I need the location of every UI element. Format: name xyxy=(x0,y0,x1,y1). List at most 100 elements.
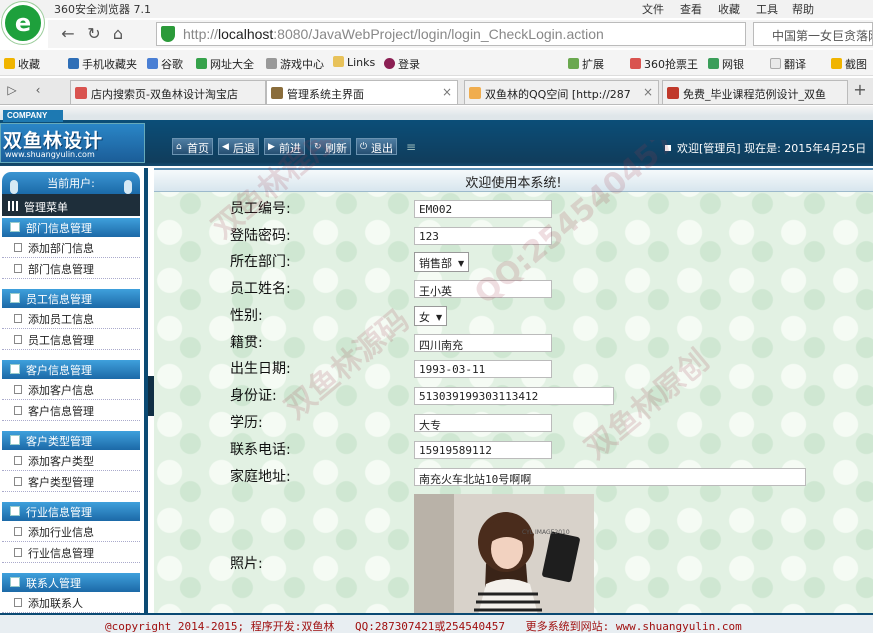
back-arrow-icon[interactable]: ← xyxy=(58,24,78,44)
gender-select[interactable]: 女 ▼ xyxy=(414,306,448,326)
refresh-button[interactable]: ↻ 刷新 xyxy=(310,138,351,155)
bookmark-tickets[interactable]: 360抢票王 xyxy=(630,56,698,72)
bookmark-favorites[interactable]: 收藏 xyxy=(4,56,40,72)
login-icon xyxy=(384,58,395,69)
pin-icon xyxy=(124,180,132,194)
bookmark-translate[interactable]: 翻译 xyxy=(770,56,806,72)
more-link[interactable]: 更多系统到网站: www.shuangyulin.com xyxy=(526,620,742,633)
sidebar-item-manage-industry[interactable]: 行业信息管理 xyxy=(2,542,140,563)
menu-help[interactable]: 帮助 xyxy=(792,1,814,17)
photo-caption: CYL IMAGE2010 xyxy=(522,529,570,536)
label-password: 登陆密码: xyxy=(230,228,291,244)
app-footer: @copyright 2014-2015; 程序开发:双鱼林 QQ:287307… xyxy=(0,613,873,633)
page-icon xyxy=(14,548,22,557)
new-tab-icon[interactable]: + xyxy=(850,80,870,100)
menu-file[interactable]: 文件 xyxy=(642,1,664,17)
menu-group-customer[interactable]: 客户信息管理 xyxy=(2,360,140,379)
menu-group-department[interactable]: 部门信息管理 xyxy=(2,218,140,237)
label-photo: 照片: xyxy=(230,556,263,572)
education-field[interactable]: 大专 xyxy=(414,414,552,432)
close-tab-icon[interactable]: × xyxy=(442,85,452,99)
bookmark-google[interactable]: 谷歌 xyxy=(147,56,183,72)
page-favicon-icon xyxy=(271,87,283,99)
menu-group-employee[interactable]: 员工信息管理 xyxy=(2,289,140,308)
bookmark-extensions[interactable]: 扩展 xyxy=(568,56,604,72)
close-tab-icon[interactable]: × xyxy=(643,85,653,99)
bookmark-login[interactable]: 登录 xyxy=(384,56,420,72)
group-icon xyxy=(10,435,20,445)
address-field[interactable]: 南充火车北站10号啊啊 xyxy=(414,468,806,486)
back-button[interactable]: ◀ 后退 xyxy=(218,138,259,155)
refresh-icon: ↻ xyxy=(314,142,322,152)
page-icon xyxy=(14,477,22,486)
home-icon[interactable]: ⌂ xyxy=(108,24,128,44)
shield-icon xyxy=(161,26,175,42)
sidebar-item-add-contact[interactable]: 添加联系人 xyxy=(2,592,140,613)
birthdate-field[interactable]: 1993-03-11 xyxy=(414,360,552,378)
sidebar-item-manage-department[interactable]: 部门信息管理 xyxy=(2,258,140,279)
bookmark-banking[interactable]: 网银 xyxy=(708,56,744,72)
sidebar-toggle-icon[interactable]: ▷ xyxy=(2,80,22,100)
sidebar-item-manage-customer-type[interactable]: 客户类型管理 xyxy=(2,471,140,492)
password-field[interactable]: 123 xyxy=(414,227,552,245)
label-employee-id: 员工编号: xyxy=(230,201,291,217)
hometown-field[interactable]: 四川南充 xyxy=(414,334,552,352)
page-icon xyxy=(14,314,22,323)
sidebar-item-add-customer-type[interactable]: 添加客户类型 xyxy=(2,450,140,471)
reload-icon[interactable]: ↻ xyxy=(84,24,104,44)
tab-free-course[interactable]: 免费_毕业课程范例设计_双鱼 xyxy=(662,80,848,104)
group-icon xyxy=(10,577,20,587)
page-title: 欢迎使用本系统! xyxy=(154,170,873,192)
grid-icon xyxy=(8,201,20,211)
sidebar-item-manage-employee[interactable]: 员工信息管理 xyxy=(2,329,140,350)
tab-back-icon[interactable]: ‹ xyxy=(28,80,48,100)
sidebar-item-add-industry[interactable]: 添加行业信息 xyxy=(2,521,140,542)
folder-icon xyxy=(333,56,344,67)
browser-title: 360安全浏览器 7.1 xyxy=(54,3,151,16)
phone-icon xyxy=(68,58,79,69)
group-icon xyxy=(10,364,20,374)
menu-favorites[interactable]: 收藏 xyxy=(718,1,740,17)
page-icon xyxy=(14,335,22,344)
bookmark-screenshot[interactable]: 截图 xyxy=(831,56,867,72)
group-icon xyxy=(10,506,20,516)
menu-group-customer-type[interactable]: 客户类型管理 xyxy=(2,431,140,450)
bookmark-links[interactable]: Links xyxy=(333,56,375,69)
puzzle-icon xyxy=(568,58,579,69)
forward-button[interactable]: ▶ 前进 xyxy=(264,138,305,155)
app-header: COMPANY 双鱼林设计 www.shuangyulin.com ⌂ 首页 ◀ 后… xyxy=(0,106,873,166)
url-field[interactable]: http://localhost:8080/JavaWebProject/log… xyxy=(156,22,746,46)
employee-id-field[interactable]: EM002 xyxy=(414,200,552,218)
url-host: localhost xyxy=(218,26,274,42)
menu-view[interactable]: 查看 xyxy=(680,1,702,17)
sidebar-item-add-department[interactable]: 添加部门信息 xyxy=(2,237,140,258)
browser-titlebar: 360安全浏览器 7.1 文件 查看 收藏 工具 帮助 xyxy=(0,0,873,18)
sidebar-item-add-employee[interactable]: 添加员工信息 xyxy=(2,308,140,329)
tab-main-ui[interactable]: 管理系统主界面 × xyxy=(266,80,458,104)
search-input[interactable]: 中国第一女巨贪落网 xyxy=(753,22,873,46)
menu-group-contact[interactable]: 联系人管理 xyxy=(2,573,140,592)
menu-lines-icon: ≡ xyxy=(406,140,417,154)
bookmark-mobile[interactable]: 手机收藏夹 xyxy=(68,56,137,72)
label-hometown: 籍贯: xyxy=(230,335,263,351)
power-icon: ⏻ xyxy=(360,142,368,152)
menu-tools[interactable]: 工具 xyxy=(756,1,778,17)
tab-shop-search[interactable]: 店内搜索页-双鱼林设计淘宝店 xyxy=(70,80,266,104)
tab-qq-space[interactable]: 双鱼林的QQ空间 [http://287 × xyxy=(464,80,659,104)
portrait-image: CYL IMAGE2010 xyxy=(414,494,594,613)
sidebar: 当前用户: 管理菜单 部门信息管理 添加部门信息 部门信息管理 员工信息管理 添… xyxy=(0,168,148,613)
star-icon xyxy=(4,58,15,69)
id-card-field[interactable]: 513039199303113412 xyxy=(414,387,614,405)
phone-field[interactable]: 15919589112 xyxy=(414,441,552,459)
sidebar-item-manage-customer[interactable]: 客户信息管理 xyxy=(2,400,140,421)
department-select[interactable]: 销售部 ▼ xyxy=(414,252,470,272)
bookmark-games[interactable]: 游戏中心 xyxy=(266,56,324,72)
home-button[interactable]: ⌂ 首页 xyxy=(172,138,213,155)
name-field[interactable]: 王小英 xyxy=(414,280,552,298)
logout-button[interactable]: ⏻ 退出 xyxy=(356,138,397,155)
label-name: 员工姓名: xyxy=(230,281,291,297)
sidebar-item-add-customer[interactable]: 添加客户信息 xyxy=(2,379,140,400)
menu-group-industry[interactable]: 行业信息管理 xyxy=(2,502,140,521)
label-education: 学历: xyxy=(230,415,263,431)
bookmark-sites[interactable]: 网址大全 xyxy=(196,56,254,72)
